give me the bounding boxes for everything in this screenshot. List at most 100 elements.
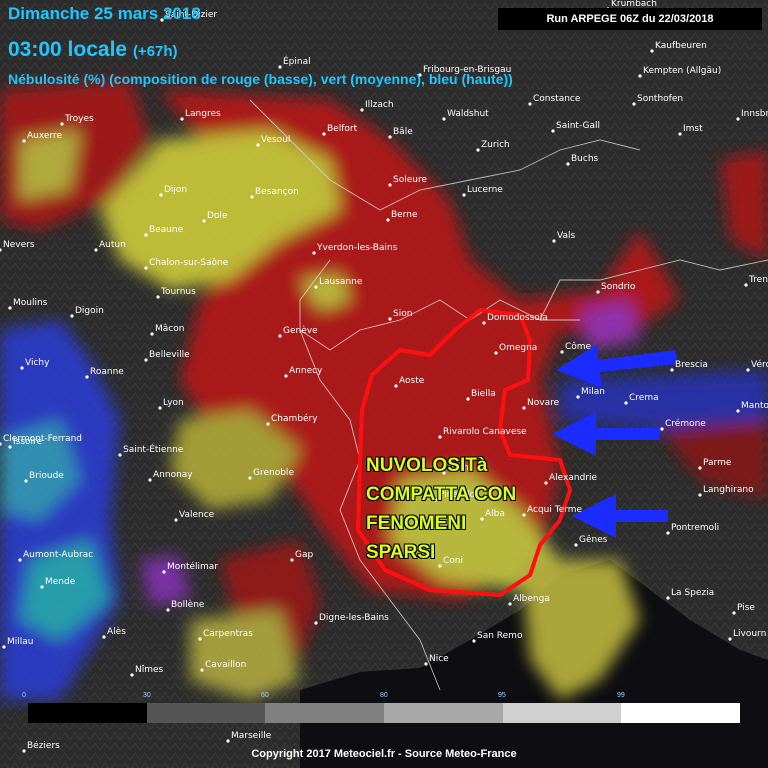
city-label: Alexandrie (549, 473, 597, 483)
city-label: Aumont-Aubrac (23, 550, 93, 560)
city-label: Millau (7, 637, 34, 647)
legend-tick: 80 (380, 692, 388, 699)
city-dot (666, 531, 670, 535)
city-dot (144, 266, 148, 270)
city-dot (660, 427, 664, 431)
city-dot (551, 129, 555, 133)
legend-tick: 30 (143, 692, 151, 699)
city-label: Biella (471, 389, 496, 399)
city-dot (394, 384, 398, 388)
annotation-line: COMPATTA CON (366, 484, 517, 505)
city-dot (466, 397, 470, 401)
city-label: Nîmes (135, 665, 164, 675)
annotation-line: SPARSI (366, 542, 436, 563)
city-label: Pontremoli (671, 523, 719, 533)
city-label: Soleure (393, 175, 427, 185)
city-label: Brescia (675, 360, 708, 370)
city-label: Rivarolo Canavese (443, 427, 527, 437)
cloud-cover-map: Saint-DizierÉpinalFribourg-en-BrisgauKau… (0, 0, 768, 768)
model-run-label: Run ARPEGE 06Z du 22/03/2018 (498, 8, 762, 30)
city-label: Novare (527, 398, 560, 408)
city-label: La Spezia (671, 588, 714, 598)
city-label: Constance (533, 94, 581, 104)
city-label: Belleville (149, 350, 190, 360)
city-dot (666, 596, 670, 600)
city-label: Mâcon (155, 324, 184, 334)
city-dot (8, 306, 12, 310)
city-label: Auxerre (27, 131, 62, 141)
city-label: Beaune (149, 225, 184, 235)
city-dot (388, 317, 392, 321)
city-dot (144, 233, 148, 237)
city-dot (60, 122, 64, 126)
city-label: Yverdon-les-Bains (316, 243, 398, 253)
city-dot (576, 395, 580, 399)
city-label: Livourn (733, 629, 766, 639)
city-dot (678, 132, 682, 136)
city-label: Crémone (665, 418, 706, 429)
city-dot (158, 406, 162, 410)
city-dot (200, 668, 204, 672)
city-label: Kempten (Allgäu) (643, 66, 721, 76)
city-dot (736, 117, 740, 121)
city-label: Roanne (90, 367, 124, 377)
city-dot (744, 283, 748, 287)
cloud-cover-legend (28, 703, 741, 723)
city-dot (322, 132, 326, 136)
city-label: Acqui Terme (527, 505, 583, 515)
city-label: Valence (179, 510, 215, 520)
city-dot (256, 143, 260, 147)
city-dot (156, 295, 160, 299)
city-label: Marseille (231, 731, 272, 741)
city-label: Nice (429, 654, 449, 664)
city-label: Zurich (481, 140, 510, 150)
city-dot (638, 74, 642, 78)
city-dot (650, 49, 654, 53)
legend-tick: 60 (261, 692, 269, 699)
city-label: Lausanne (319, 277, 363, 287)
city-label: Mende (45, 577, 76, 587)
city-label: Vesoul (261, 135, 290, 145)
legend-tick: 95 (498, 692, 506, 699)
city-dot (180, 117, 184, 121)
city-label: Aoste (399, 376, 425, 386)
city-dot (670, 368, 674, 372)
city-dot (202, 219, 206, 223)
city-dot (8, 445, 12, 449)
city-label: Annecy (289, 366, 323, 376)
city-dot (198, 637, 202, 641)
city-label: Albenga (513, 594, 550, 604)
forecast-time: 03:00 locale (+67h) (8, 38, 178, 62)
city-dot (438, 435, 442, 439)
city-label: Dijon (164, 185, 187, 195)
city-dot (522, 513, 526, 517)
city-dot (278, 65, 282, 69)
city-label: Montélimar (167, 561, 218, 572)
city-label: Omegna (499, 343, 537, 353)
city-label: Lyon (163, 398, 184, 408)
city-label: Parme (703, 458, 732, 468)
city-label: Autun (99, 240, 126, 250)
time-offset: (+67h) (132, 43, 178, 60)
city-dot (85, 375, 89, 379)
city-label: Annonay (153, 470, 193, 480)
city-dot (312, 251, 316, 255)
city-dot (284, 374, 288, 378)
city-label: Issoire (13, 437, 43, 447)
annotation-line: FENOMENI (366, 513, 467, 534)
city-label: Innsbru (741, 109, 768, 119)
legend-swatch (28, 703, 147, 723)
city-label: Gap (295, 550, 313, 560)
city-dot (462, 193, 466, 197)
legend-swatch (621, 703, 741, 723)
city-label: Carpentras (203, 629, 253, 639)
city-dot (2, 645, 6, 649)
city-label: Sonthofen (637, 94, 683, 104)
city-label: Brioude (29, 471, 64, 481)
city-dot (314, 621, 318, 625)
city-label: Gênes (579, 534, 608, 545)
city-label: Nevers (3, 240, 35, 250)
city-label: Sondrio (601, 282, 636, 292)
city-dot (70, 314, 74, 318)
city-dot (148, 478, 152, 482)
